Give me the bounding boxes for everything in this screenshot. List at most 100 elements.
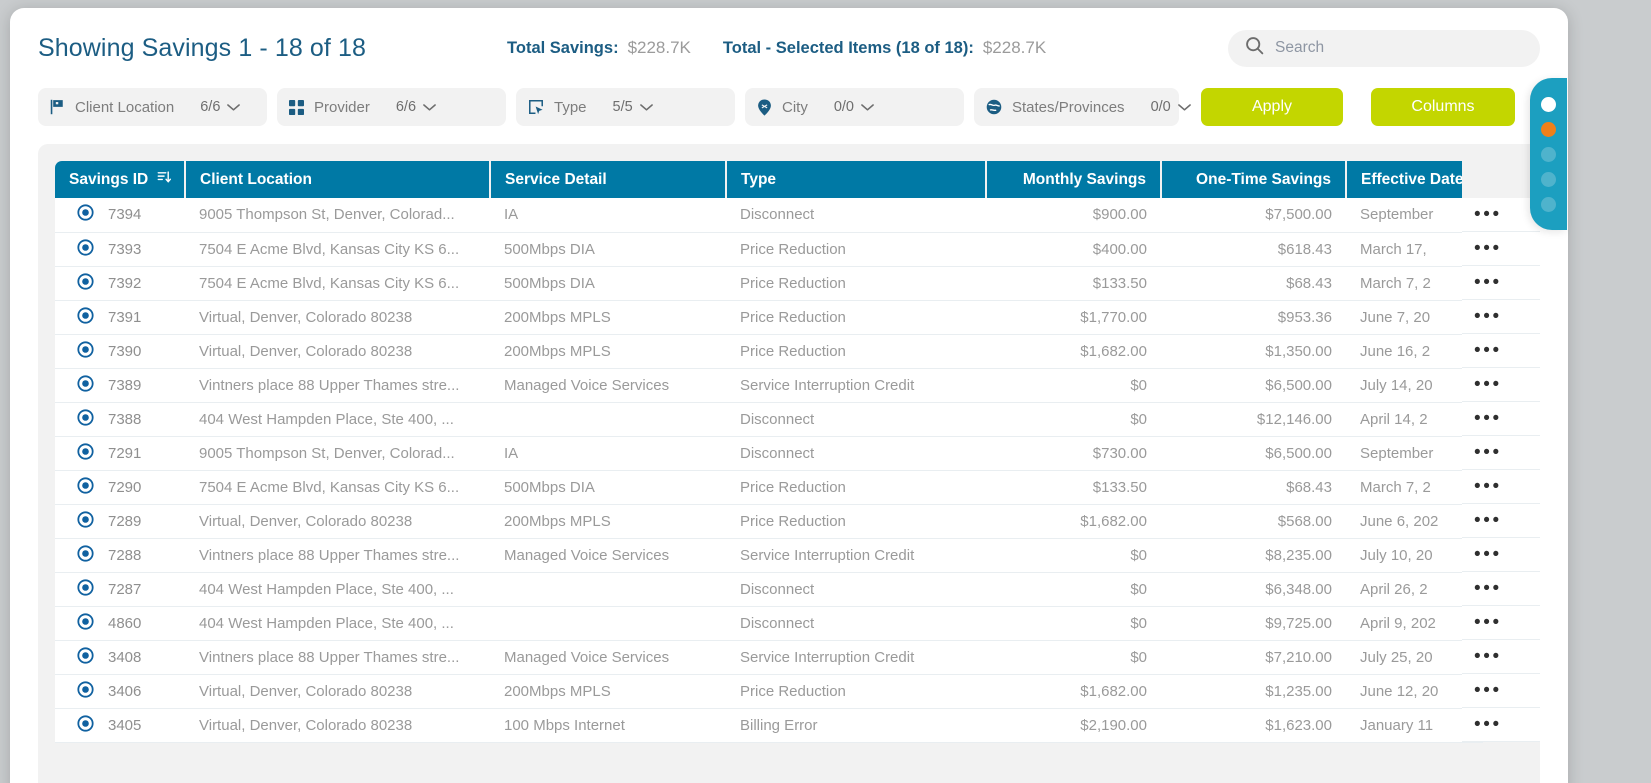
row-actions-button[interactable]: ••• [1462,436,1540,470]
row-actions-button[interactable]: ••• [1462,640,1540,674]
table-row[interactable]: 7291 9005 Thompson St, Denver, Colorad...… [55,436,1483,471]
column-header-savings-id[interactable]: Savings ID [55,161,186,198]
side-rail-dot-3[interactable] [1541,146,1556,162]
filter-states-provinces[interactable]: States/Provinces 0/0 [974,88,1191,126]
eye-icon[interactable] [77,204,94,225]
column-header-monthly-savings[interactable]: Monthly Savings [986,161,1162,198]
row-actions-button[interactable]: ••• [1462,538,1540,572]
cell-savings-id[interactable]: 7392 [55,266,185,301]
cell-savings-id[interactable]: 7289 [55,504,185,539]
sort-descending-icon[interactable] [157,170,172,189]
side-rail-dot-2[interactable] [1541,121,1556,137]
cell-savings-id[interactable]: 7393 [55,232,185,267]
row-actions-button[interactable]: ••• [1462,606,1540,640]
column-header-type[interactable]: Type [726,161,987,198]
filter-city[interactable]: City 0/0 [745,88,964,126]
table-header-row: Savings ID Client Location Service Detai… [55,161,1483,198]
row-actions-button[interactable]: ••• [1462,198,1540,232]
cell-type: Service Interruption Credit [726,368,986,403]
table-scroll-area[interactable]: Savings ID Client Location Service Detai… [55,161,1540,783]
apply-button[interactable]: Apply [1201,88,1343,126]
column-header-client-location[interactable]: Client Location [185,161,491,198]
cell-savings-id[interactable]: 7290 [55,470,185,505]
side-rail-widget[interactable] [1530,78,1567,230]
table-row[interactable]: 7388 404 West Hampden Place, Ste 400, ...… [55,402,1483,437]
eye-icon[interactable] [77,612,94,634]
eye-icon[interactable] [77,374,94,396]
filter-type[interactable]: Type 5/5 [516,88,735,126]
table-row[interactable]: 3405 Virtual, Denver, Colorado 80238 100 M… [55,708,1483,743]
cell-savings-id[interactable]: 7291 [55,436,185,471]
eye-icon[interactable] [77,442,94,464]
table-row[interactable]: 7394 9005 Thompson St, Denver, Colorad...… [55,198,1483,233]
table-row[interactable]: 7288 Vintners place 88 Upper Thames stre.… [55,538,1483,573]
cell-savings-id[interactable]: 3406 [55,674,185,709]
cell-savings-id[interactable]: 7388 [55,402,185,437]
table-row[interactable]: 7390 Virtual, Denver, Colorado 80238 200Mb… [55,334,1483,369]
row-actions-button[interactable]: ••• [1462,572,1540,606]
search-input[interactable] [1275,39,1524,57]
eye-icon[interactable] [77,476,94,498]
cell-savings-id[interactable]: 3405 [55,708,185,743]
cell-savings-id[interactable]: 7391 [55,300,185,335]
table-row[interactable]: 3406 Virtual, Denver, Colorado 80238 200Mb… [55,674,1483,709]
columns-button[interactable]: Columns [1371,88,1515,126]
eye-icon[interactable] [77,680,94,702]
column-header-service-detail[interactable]: Service Detail [490,161,727,198]
table-row[interactable]: 7392 7504 E Acme Blvd, Kansas City KS 6..… [55,266,1483,301]
cell-savings-id[interactable]: 3408 [55,640,185,675]
eye-icon[interactable] [77,714,94,736]
row-actions-button[interactable]: ••• [1462,334,1540,368]
table-row[interactable]: 7289 Virtual, Denver, Colorado 80238 200Mb… [55,504,1483,539]
eye-icon[interactable] [77,578,94,600]
side-rail-dot-5[interactable] [1541,196,1556,212]
eye-icon[interactable] [77,544,94,566]
eye-icon[interactable] [77,408,94,430]
row-actions-button[interactable]: ••• [1462,402,1540,436]
filter-provider[interactable]: Provider 6/6 [277,88,506,126]
eye-icon[interactable] [77,340,94,362]
row-actions-button[interactable]: ••• [1462,232,1540,266]
row-actions-button[interactable]: ••• [1462,368,1540,402]
row-actions-button[interactable]: ••• [1462,266,1540,300]
table-row[interactable]: 7393 7504 E Acme Blvd, Kansas City KS 6..… [55,232,1483,267]
cell-monthly-savings: $0 [986,538,1161,573]
cell-savings-id[interactable]: 7287 [55,572,185,607]
row-actions-button[interactable]: ••• [1462,300,1540,334]
cell-type: Billing Error [726,708,986,743]
eye-icon[interactable] [77,238,94,260]
eye-icon[interactable] [77,510,94,532]
cell-savings-id[interactable]: 4860 [55,606,185,641]
cell-savings-id[interactable]: 7389 [55,368,185,403]
column-header-one-time-savings[interactable]: One-Time Savings [1161,161,1347,198]
cell-savings-id[interactable]: 7288 [55,538,185,573]
side-rail-dot-1[interactable] [1541,96,1556,112]
table-row[interactable]: 7287 404 West Hampden Place, Ste 400, ...… [55,572,1483,607]
savings-id-value: 3408 [108,648,142,666]
cell-savings-id[interactable]: 7394 [55,198,185,233]
filter-label: Type [554,98,587,116]
table-row[interactable]: 7389 Vintners place 88 Upper Thames stre.… [55,368,1483,403]
cell-one-time-savings: $68.43 [1161,470,1346,505]
row-actions-button[interactable]: ••• [1462,470,1540,504]
cell-client-location: Vintners place 88 Upper Thames stre... [185,538,490,573]
row-actions-button[interactable]: ••• [1462,504,1540,538]
eye-icon[interactable] [77,646,94,668]
table-row[interactable]: 4860 404 West Hampden Place, Ste 400, ...… [55,606,1483,641]
eye-icon[interactable] [77,306,94,328]
search-box[interactable] [1228,29,1540,67]
table-row[interactable]: 7290 7504 E Acme Blvd, Kansas City KS 6..… [55,470,1483,505]
side-rail-dot-4[interactable] [1541,171,1556,187]
filter-client-location[interactable]: Client Location 6/6 [38,88,267,126]
table-row[interactable]: 3408 Vintners place 88 Upper Thames stre.… [55,640,1483,675]
cell-client-location: Vintners place 88 Upper Thames stre... [185,368,490,403]
row-actions-button[interactable]: ••• [1462,708,1540,742]
cell-service-detail: 500Mbps DIA [490,232,726,267]
cell-savings-id[interactable]: 7390 [55,334,185,369]
total-savings-value: $228.7K [627,38,691,57]
table-row[interactable]: 7391 Virtual, Denver, Colorado 80238 200Mb… [55,300,1483,335]
row-actions-button[interactable]: ••• [1462,674,1540,708]
filter-count: 0/0 [1150,99,1171,115]
eye-icon[interactable] [77,272,94,294]
column-label: Effective Date [1361,170,1464,188]
